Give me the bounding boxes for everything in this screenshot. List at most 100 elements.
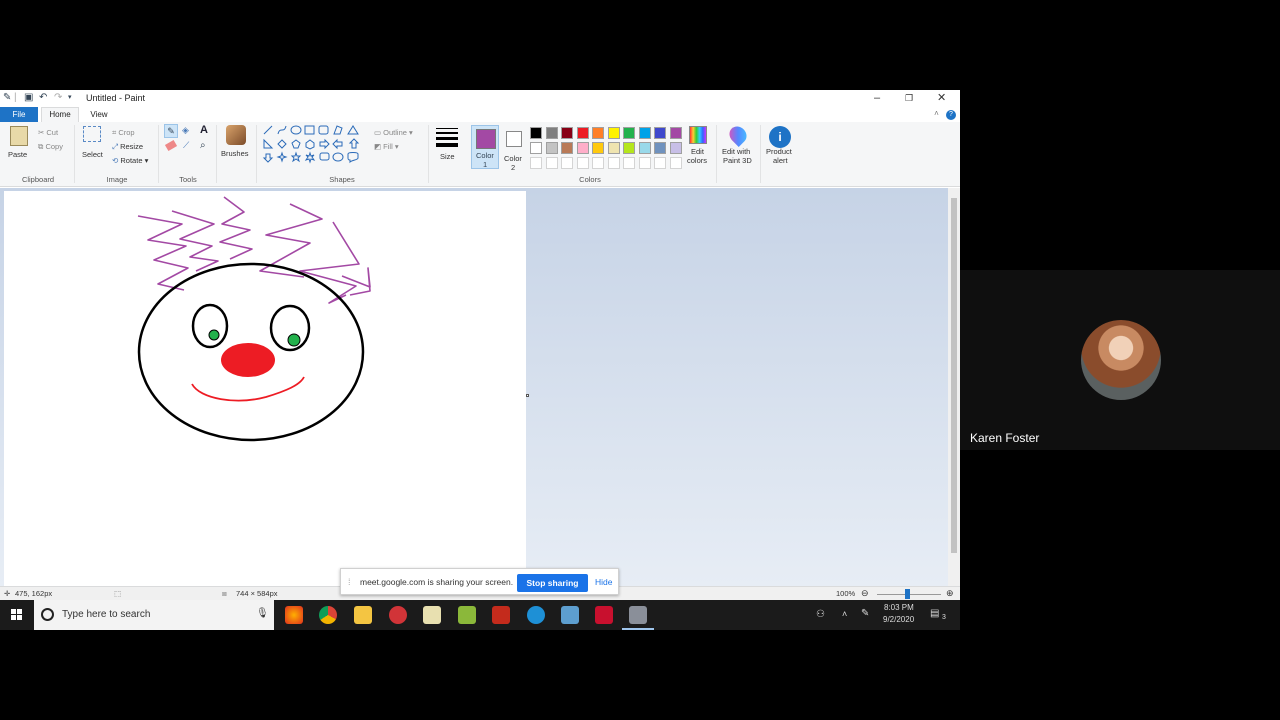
app-icon[interactable] <box>423 606 441 624</box>
clock-date[interactable]: 9/2/2020 <box>883 615 914 624</box>
palette-swatch[interactable] <box>607 142 620 154</box>
color-picker-tool[interactable]: ⟋ <box>183 140 189 151</box>
outline-button[interactable]: ▭ Outline ▾ <box>374 128 413 137</box>
minimize-button[interactable]: – <box>874 91 880 105</box>
palette-swatch[interactable] <box>607 127 620 139</box>
pen-icon[interactable]: ✎ <box>861 608 869 619</box>
restore-button[interactable]: ❐ <box>905 91 913 105</box>
paint3d-button[interactable]: Edit with Paint 3D <box>720 122 758 172</box>
crop-button[interactable]: ⌗ Crop <box>112 128 135 138</box>
vertical-scrollbar[interactable] <box>948 188 960 586</box>
hide-button[interactable]: Hide <box>595 577 612 587</box>
palette-swatch[interactable] <box>561 142 573 154</box>
cut-button[interactable]: ✂ Cut <box>38 128 58 137</box>
paint-taskbar-icon[interactable] <box>629 606 647 624</box>
tab-file[interactable]: File <box>0 107 38 122</box>
palette-swatch[interactable] <box>592 127 604 139</box>
palette-swatch[interactable] <box>530 142 542 154</box>
pencil-tool[interactable]: ✎ <box>164 124 178 138</box>
palette-swatch[interactable] <box>576 142 589 154</box>
palette-swatch[interactable] <box>530 127 542 139</box>
fill-tool[interactable]: ◈ <box>182 125 189 136</box>
app-icon[interactable] <box>561 606 579 624</box>
custom-color-slot[interactable] <box>576 157 589 169</box>
palette-swatch[interactable] <box>545 142 558 154</box>
custom-color-slot[interactable] <box>654 157 666 169</box>
undo-icon[interactable]: ↶ <box>39 93 47 103</box>
magnifier-tool[interactable]: ⌕ <box>200 140 206 151</box>
canvas-size-icon: ⧈ <box>222 589 227 598</box>
copy-button[interactable]: ⧉ Copy <box>38 142 63 152</box>
paint-app-icon[interactable]: ✎ <box>3 93 11 103</box>
notification-icon[interactable]: ▤ <box>930 608 939 619</box>
palette-swatch[interactable] <box>561 127 573 139</box>
fill-button[interactable]: ◩ Fill ▾ <box>374 142 399 151</box>
selection-size-icon: ⬚ <box>114 589 122 598</box>
collapse-ribbon-icon[interactable]: ˄ <box>934 109 939 118</box>
palette-swatch[interactable] <box>545 127 558 139</box>
palette-swatch[interactable] <box>654 142 666 154</box>
custom-color-slot[interactable] <box>561 157 573 169</box>
product-alert-button[interactable]: i Product alert <box>764 124 798 172</box>
eraser-tool[interactable] <box>164 139 178 152</box>
zoom-out-button[interactable]: ⊖ <box>861 588 869 599</box>
start-button[interactable] <box>0 600 34 630</box>
palette-swatch[interactable] <box>638 127 651 139</box>
palette-swatch[interactable] <box>623 127 635 139</box>
internet-explorer-icon[interactable] <box>527 606 545 624</box>
custom-color-slot[interactable] <box>545 157 558 169</box>
palette-swatch[interactable] <box>592 142 604 154</box>
color2-swatch[interactable] <box>506 131 522 147</box>
custom-color-slot[interactable] <box>669 157 682 169</box>
drag-handle-icon[interactable]: ⁞ <box>348 577 351 587</box>
stop-sharing-button[interactable]: Stop sharing <box>517 574 588 592</box>
scrollbar-thumb[interactable] <box>951 198 957 553</box>
app-icon[interactable] <box>458 606 476 624</box>
show-hidden-icons[interactable]: ˄ <box>842 609 847 619</box>
canvas-resize-handle[interactable] <box>526 394 529 397</box>
image-group-label: Image <box>106 175 128 184</box>
size-button[interactable]: Size <box>434 126 460 170</box>
app-icon[interactable] <box>595 606 613 624</box>
microphone-icon[interactable]: 🎙 <box>256 608 269 619</box>
chrome-icon[interactable] <box>319 606 337 624</box>
taskbar-search[interactable]: Type here to search 🎙 <box>34 600 274 630</box>
palette-swatch[interactable] <box>669 142 682 154</box>
clock-time[interactable]: 8:03 PM <box>884 603 914 612</box>
select-button[interactable]: Select <box>80 126 104 166</box>
zoom-slider-thumb[interactable] <box>905 589 910 599</box>
zoom-in-button[interactable]: ⊕ <box>946 588 954 599</box>
paste-button[interactable]: Paste <box>6 126 32 166</box>
custom-color-slot[interactable] <box>638 157 651 169</box>
rotate-button[interactable]: ⟲ Rotate ▾ <box>112 156 148 165</box>
brushes-label: Brushes <box>221 149 249 158</box>
custom-color-slot[interactable] <box>530 157 542 169</box>
shapes-gallery[interactable] <box>262 124 370 164</box>
file-explorer-icon[interactable] <box>354 606 372 624</box>
tab-home[interactable]: Home <box>41 107 79 122</box>
brushes-button[interactable]: Brushes <box>221 124 251 172</box>
drawing-canvas[interactable] <box>4 191 526 586</box>
text-tool[interactable]: A <box>200 124 208 136</box>
tab-view[interactable]: View <box>82 107 116 122</box>
palette-swatch[interactable] <box>654 127 666 139</box>
edit-colors-button[interactable]: Edit colors <box>686 124 712 172</box>
color1-selector[interactable]: Color 1 <box>471 125 499 169</box>
app-icon[interactable] <box>492 606 510 624</box>
app-icon[interactable] <box>389 606 407 624</box>
resize-button[interactable]: ⤢ Resize <box>112 142 143 152</box>
firefox-icon[interactable] <box>285 606 303 624</box>
close-button[interactable]: ✕ <box>937 91 946 105</box>
palette-swatch[interactable] <box>669 127 682 139</box>
help-icon[interactable]: ? <box>946 110 956 120</box>
customize-qa-icon[interactable]: ▾ <box>68 93 72 103</box>
redo-icon[interactable]: ↷ <box>54 93 62 103</box>
custom-color-slot[interactable] <box>607 157 620 169</box>
palette-swatch[interactable] <box>623 142 635 154</box>
palette-swatch[interactable] <box>638 142 651 154</box>
save-icon[interactable]: ▣ <box>24 93 33 103</box>
people-icon[interactable]: ⚇ <box>816 609 825 620</box>
palette-swatch[interactable] <box>576 127 589 139</box>
custom-color-slot[interactable] <box>592 157 604 169</box>
custom-color-slot[interactable] <box>623 157 635 169</box>
